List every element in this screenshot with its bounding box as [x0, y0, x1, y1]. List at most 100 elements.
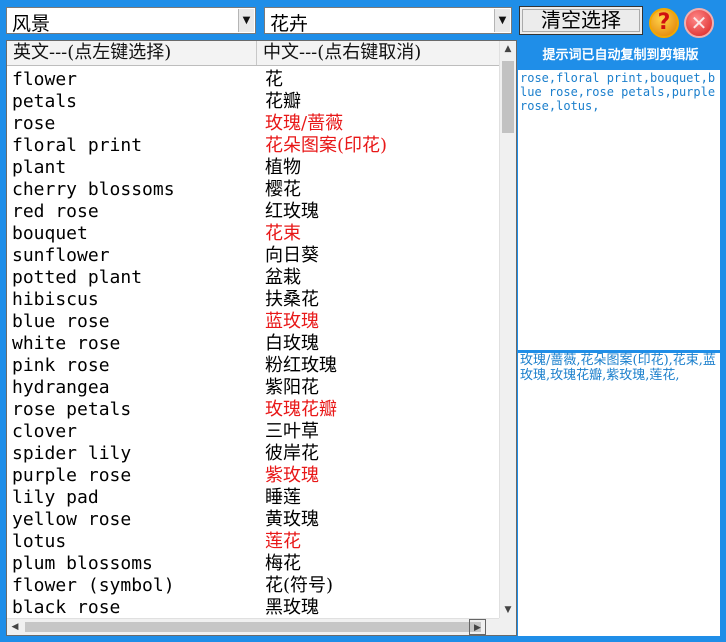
list-item-english[interactable]: plum blossoms	[12, 553, 153, 575]
list-item-chinese[interactable]: 黑玫瑰	[265, 597, 319, 619]
list-item-chinese[interactable]: 紫阳花	[265, 377, 319, 399]
list-item[interactable]: floral print 花朵图案(印花)	[7, 135, 500, 157]
category-select[interactable]: 风景 ▼	[6, 7, 256, 35]
list-item[interactable]: sunflower 向日葵	[7, 245, 500, 267]
list-item-chinese[interactable]: 扶桑花	[265, 289, 319, 311]
list-item-chinese[interactable]: 玫瑰花瓣	[265, 399, 337, 421]
list-item-chinese[interactable]: 莲花	[265, 531, 301, 553]
list-item-chinese[interactable]: 彼岸花	[265, 443, 319, 465]
clipboard-hint: 提示词已自动复制到剪辑版	[542, 48, 699, 63]
list-item-chinese[interactable]: 蓝玫瑰	[265, 311, 319, 333]
list-item-english[interactable]: clover	[12, 421, 77, 443]
list-item-english[interactable]: lotus	[12, 531, 66, 553]
list-item[interactable]: potted plant 盆栽	[7, 267, 500, 289]
list-item-english[interactable]: yellow rose	[12, 509, 131, 531]
list-item[interactable]: purple rose 紫玫瑰	[7, 465, 500, 487]
list-item[interactable]: bouquet 花束	[7, 223, 500, 245]
scroll-left-icon[interactable]: ◀	[7, 619, 23, 635]
list-item-chinese[interactable]: 粉红玫瑰	[265, 355, 337, 377]
list-item-english[interactable]: purple rose	[12, 465, 131, 487]
list-item[interactable]: flower (symbol) 花(符号)	[7, 575, 500, 597]
english-prompt-output[interactable]: rose,floral print,bouquet,blue rose,rose…	[518, 70, 720, 350]
list-item-chinese[interactable]: 三叶草	[265, 421, 319, 443]
list-item-english[interactable]: petals	[12, 91, 77, 113]
keyword-list[interactable]: 英文---(点左键选择) 中文---(点右键取消) flower 花 petals 花…	[6, 40, 517, 636]
list-item-chinese[interactable]: 花束	[265, 223, 301, 245]
list-item[interactable]: white rose 白玫瑰	[7, 333, 500, 355]
list-item-english[interactable]: cherry blossoms	[12, 179, 175, 201]
scrollbar-corner	[499, 618, 516, 635]
list-item-chinese[interactable]: 紫玫瑰	[265, 465, 319, 487]
chevron-down-icon[interactable]: ▼	[494, 9, 510, 32]
list-item-chinese[interactable]: 樱花	[265, 179, 301, 201]
list-item-english[interactable]: sunflower	[12, 245, 110, 267]
list-item[interactable]: blue rose 蓝玫瑰	[7, 311, 500, 333]
list-item-chinese[interactable]: 红玫瑰	[265, 201, 319, 223]
list-item-chinese[interactable]: 植物	[265, 157, 301, 179]
list-item-chinese[interactable]: 花朵图案(印花)	[265, 135, 387, 157]
list-item-chinese[interactable]: 白玫瑰	[265, 333, 319, 355]
list-item[interactable]: flower 花	[7, 69, 500, 91]
list-item[interactable]: cherry blossoms 樱花	[7, 179, 500, 201]
close-button[interactable]: ✕	[684, 8, 714, 38]
list-item-english[interactable]: spider lily	[12, 443, 131, 465]
list-item[interactable]: pink rose 粉红玫瑰	[7, 355, 500, 377]
list-item-english[interactable]: blue rose	[12, 311, 110, 333]
list-item[interactable]: black rose 黑玫瑰	[7, 597, 500, 619]
list-item[interactable]: plum blossoms 梅花	[7, 553, 500, 575]
list-item-english[interactable]: hibiscus	[12, 289, 99, 311]
list-item-english[interactable]: rose petals	[12, 399, 131, 421]
list-item-chinese[interactable]: 黄玫瑰	[265, 509, 319, 531]
list-item[interactable]: plant 植物	[7, 157, 500, 179]
list-item-chinese[interactable]: 盆栽	[265, 267, 301, 289]
chevron-down-icon[interactable]: ▼	[238, 9, 254, 32]
list-item[interactable]: clover 三叶草	[7, 421, 500, 443]
scroll-up-icon[interactable]: ▲	[500, 41, 516, 58]
scroll-right-icon[interactable]: ▶	[469, 619, 486, 635]
list-item-english[interactable]: flower (symbol)	[12, 575, 175, 597]
column-header-english[interactable]: 英文---(点左键选择)	[7, 41, 257, 65]
list-item-chinese[interactable]: 玫瑰/蔷薇	[265, 113, 343, 135]
vertical-scroll-thumb[interactable]	[502, 61, 514, 133]
list-item-english[interactable]: hydrangea	[12, 377, 110, 399]
list-item-english[interactable]: flower	[12, 69, 77, 91]
vertical-scrollbar[interactable]: ▲ ▼	[499, 41, 516, 619]
column-header-chinese[interactable]: 中文---(点右键取消)	[257, 41, 500, 65]
list-item-english[interactable]: floral print	[12, 135, 142, 157]
list-item-chinese[interactable]: 花(符号)	[265, 575, 333, 597]
list-item-english[interactable]: red rose	[12, 201, 99, 223]
list-item-chinese[interactable]: 花瓣	[265, 91, 301, 113]
list-item-english[interactable]: bouquet	[12, 223, 88, 245]
close-icon: ✕	[690, 11, 708, 35]
list-item-chinese[interactable]: 向日葵	[265, 245, 319, 267]
list-item[interactable]: spider lily 彼岸花	[7, 443, 500, 465]
list-header: 英文---(点左键选择) 中文---(点右键取消)	[7, 41, 500, 66]
list-item-english[interactable]: lily pad	[12, 487, 99, 509]
chinese-prompt-output[interactable]: 玫瑰/蔷薇,花朵图案(印花),花束,蓝玫瑰,玫瑰花瓣,紫玫瑰,莲花,	[518, 353, 720, 636]
horizontal-scroll-thumb[interactable]	[25, 622, 481, 632]
list-item-english[interactable]: pink rose	[12, 355, 110, 377]
list-item[interactable]: hibiscus 扶桑花	[7, 289, 500, 311]
help-button[interactable]: ?	[649, 8, 679, 38]
list-item[interactable]: red rose 红玫瑰	[7, 201, 500, 223]
list-item[interactable]: lily pad 睡莲	[7, 487, 500, 509]
list-item[interactable]: petals 花瓣	[7, 91, 500, 113]
horizontal-scrollbar[interactable]: ◀ ▶	[7, 618, 500, 635]
list-item-english[interactable]: white rose	[12, 333, 120, 355]
scroll-down-icon[interactable]: ▼	[500, 602, 516, 619]
clear-selection-button[interactable]: 清空选择	[519, 6, 643, 35]
list-item-chinese[interactable]: 梅花	[265, 553, 301, 575]
list-item-english[interactable]: rose	[12, 113, 55, 135]
list-item[interactable]: yellow rose 黄玫瑰	[7, 509, 500, 531]
list-item-english[interactable]: potted plant	[12, 267, 142, 289]
list-item-english[interactable]: plant	[12, 157, 66, 179]
list-item[interactable]: lotus 莲花	[7, 531, 500, 553]
list-item[interactable]: rose 玫瑰/蔷薇	[7, 113, 500, 135]
list-item-english[interactable]: black rose	[12, 597, 120, 619]
list-item-chinese[interactable]: 花	[265, 69, 283, 91]
list-item[interactable]: hydrangea 紫阳花	[7, 377, 500, 399]
category-select-value: 风景	[12, 13, 51, 35]
subcategory-select[interactable]: 花卉 ▼	[264, 7, 512, 35]
list-item-chinese[interactable]: 睡莲	[265, 487, 301, 509]
list-item[interactable]: rose petals 玫瑰花瓣	[7, 399, 500, 421]
